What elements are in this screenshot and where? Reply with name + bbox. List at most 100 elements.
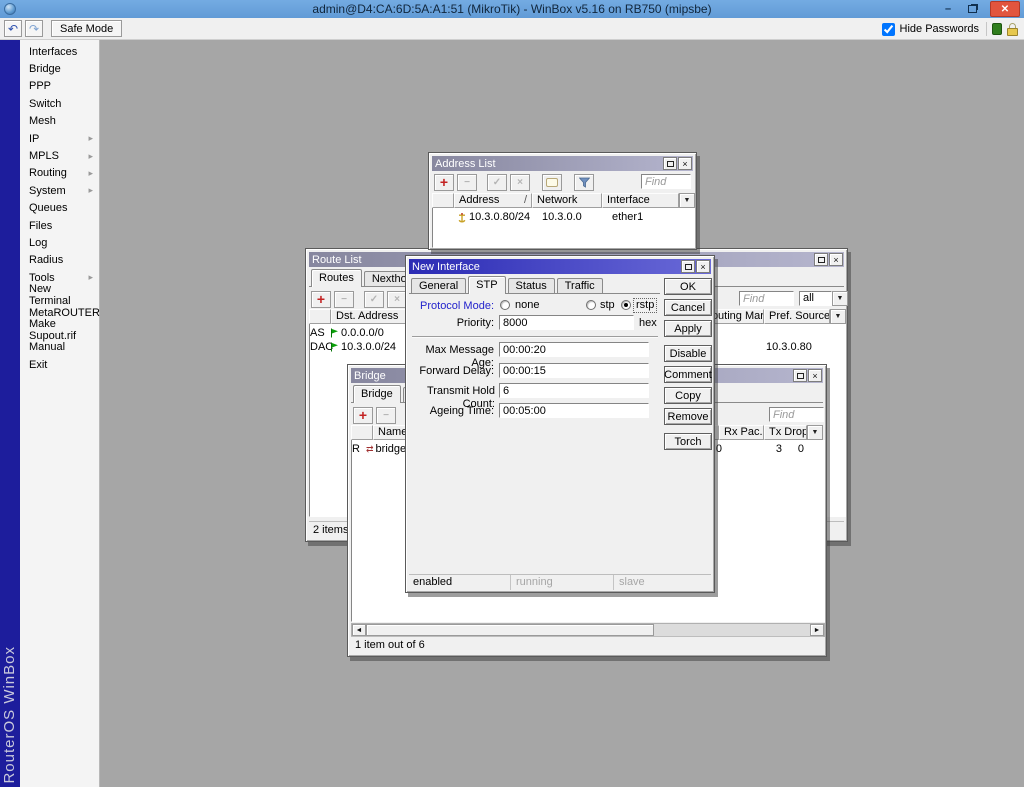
- column-selector-button[interactable]: ▼: [830, 309, 846, 324]
- undo-button[interactable]: ↶: [4, 20, 22, 37]
- disable-button[interactable]: Disable: [664, 345, 712, 362]
- ok-button[interactable]: OK: [664, 278, 712, 295]
- maximize-button[interactable]: [681, 260, 695, 273]
- protocol-rstp-radio[interactable]: [621, 300, 631, 310]
- enable-address-button[interactable]: ✓: [487, 174, 507, 191]
- redo-button[interactable]: ↷: [25, 20, 43, 37]
- max-message-age-input[interactable]: [499, 342, 649, 357]
- find-input[interactable]: [769, 407, 824, 422]
- sidebar-item-ip[interactable]: IP▸: [20, 130, 99, 147]
- scroll-right-button[interactable]: ►: [810, 624, 824, 636]
- horizontal-scrollbar[interactable]: ◄ ►: [351, 623, 825, 637]
- maximize-button[interactable]: [814, 253, 828, 266]
- sidebar-item-make-supout[interactable]: Make Supout.rif: [20, 321, 99, 338]
- status-slave: slave: [615, 575, 711, 590]
- tab-routes[interactable]: Routes: [311, 269, 362, 287]
- sidebar-item-radius[interactable]: Radius: [20, 252, 99, 269]
- sidebar-item-exit[interactable]: Exit: [20, 356, 99, 373]
- sidebar-item-mesh[interactable]: Mesh: [20, 113, 99, 130]
- cancel-button[interactable]: Cancel: [664, 299, 712, 316]
- column-flags[interactable]: [351, 425, 373, 440]
- hide-passwords-checkbox[interactable]: [882, 23, 895, 36]
- sidebar-item-log[interactable]: Log: [20, 234, 99, 251]
- minimize-button[interactable]: –: [938, 0, 958, 18]
- column-address[interactable]: Address/: [454, 193, 532, 208]
- scroll-left-button[interactable]: ◄: [352, 624, 366, 636]
- new-interface-titlebar[interactable]: New Interface ×: [409, 259, 711, 274]
- restore-button[interactable]: [962, 0, 982, 18]
- column-interface[interactable]: Interface: [602, 193, 679, 208]
- sidebar-item-bridge[interactable]: Bridge: [20, 60, 99, 77]
- sidebar-item-interfaces[interactable]: Interfaces: [20, 43, 99, 60]
- sidebar-item-switch[interactable]: Switch: [20, 95, 99, 112]
- tab-traffic[interactable]: Traffic: [557, 278, 603, 293]
- tab-bridge[interactable]: Bridge: [353, 385, 401, 403]
- close-button[interactable]: ✕: [990, 1, 1020, 17]
- remove-bridge-button[interactable]: −: [376, 407, 396, 424]
- route-dst: 10.3.0.0/24: [341, 341, 396, 353]
- maximize-button[interactable]: [663, 157, 677, 170]
- safe-mode-button[interactable]: Safe Mode: [51, 20, 122, 37]
- submenu-arrow-icon: ▸: [88, 168, 93, 179]
- sidebar-item-system[interactable]: System▸: [20, 182, 99, 199]
- enable-route-button[interactable]: ✓: [364, 291, 384, 308]
- close-icon[interactable]: ×: [808, 369, 822, 382]
- scrollbar-thumb[interactable]: [366, 624, 654, 636]
- route-filter-select[interactable]: all: [799, 291, 832, 306]
- sidebar-item-routing[interactable]: Routing▸: [20, 165, 99, 182]
- address-row[interactable]: 10.3.0.80/24 10.3.0.0 ether1: [433, 210, 693, 224]
- protocol-none-radio[interactable]: [500, 300, 510, 310]
- column-tx-drops[interactable]: Tx Drops: [764, 425, 807, 440]
- filter-button[interactable]: [574, 174, 594, 191]
- column-selector-button[interactable]: ▼: [807, 425, 823, 440]
- apply-button[interactable]: Apply: [664, 320, 712, 337]
- tab-status[interactable]: Status: [508, 278, 555, 293]
- column-selector-button[interactable]: ▼: [679, 193, 695, 208]
- close-icon[interactable]: ×: [829, 253, 843, 266]
- forward-delay-input[interactable]: [499, 363, 649, 378]
- disable-route-button[interactable]: ×: [387, 291, 407, 308]
- protocol-rstp-label[interactable]: rstp: [634, 299, 656, 312]
- filter-dropdown-button[interactable]: ▼: [832, 291, 848, 306]
- add-address-button[interactable]: +: [434, 174, 454, 191]
- torch-button[interactable]: Torch: [664, 433, 712, 450]
- sidebar-menu: Interfaces Bridge PPP Switch Mesh IP▸ MP…: [20, 40, 100, 787]
- protocol-none-label[interactable]: none: [515, 299, 539, 312]
- tab-stp[interactable]: STP: [468, 276, 505, 294]
- remove-route-button[interactable]: −: [334, 291, 354, 308]
- add-route-button[interactable]: +: [311, 291, 331, 308]
- ageing-time-input[interactable]: [499, 403, 649, 418]
- disable-address-button[interactable]: ×: [510, 174, 530, 191]
- remove-address-button[interactable]: −: [457, 174, 477, 191]
- sidebar-item-mpls[interactable]: MPLS▸: [20, 147, 99, 164]
- copy-button[interactable]: Copy: [664, 387, 712, 404]
- comment-button[interactable]: [542, 174, 562, 191]
- sidebar-item-queues[interactable]: Queues: [20, 200, 99, 217]
- sidebar-item-ppp[interactable]: PPP: [20, 78, 99, 95]
- close-icon[interactable]: ×: [696, 260, 710, 273]
- column-pref-source[interactable]: Pref. Source: [764, 309, 830, 324]
- comment-button[interactable]: Comment: [664, 366, 712, 383]
- column-flags[interactable]: [432, 193, 454, 208]
- sort-ascending-icon: /: [524, 194, 527, 207]
- column-network[interactable]: Network: [532, 193, 602, 208]
- column-rx-packet[interactable]: Rx Pac...: [719, 425, 764, 440]
- maximize-button[interactable]: [793, 369, 807, 382]
- column-flags[interactable]: [309, 309, 331, 324]
- protocol-stp-radio[interactable]: [586, 300, 596, 310]
- sidebar-item-files[interactable]: Files: [20, 217, 99, 234]
- find-input[interactable]: [641, 174, 691, 189]
- address-list-titlebar[interactable]: Address List ×: [432, 156, 693, 171]
- app-titlebar[interactable]: admin@D4:CA:6D:5A:A1:51 (MikroTik) - Win…: [0, 0, 1024, 18]
- status-running: running: [512, 575, 614, 590]
- find-input[interactable]: [739, 291, 794, 306]
- sidebar-item-manual[interactable]: Manual: [20, 339, 99, 356]
- protocol-stp-label[interactable]: stp: [600, 299, 615, 312]
- remove-button[interactable]: Remove: [664, 408, 712, 425]
- sidebar-item-new-terminal[interactable]: New Terminal: [20, 286, 99, 303]
- transmit-hold-count-input[interactable]: [499, 383, 649, 398]
- close-icon[interactable]: ×: [678, 157, 692, 170]
- priority-input[interactable]: [499, 315, 634, 330]
- add-bridge-button[interactable]: +: [353, 407, 373, 424]
- tab-general[interactable]: General: [411, 278, 466, 293]
